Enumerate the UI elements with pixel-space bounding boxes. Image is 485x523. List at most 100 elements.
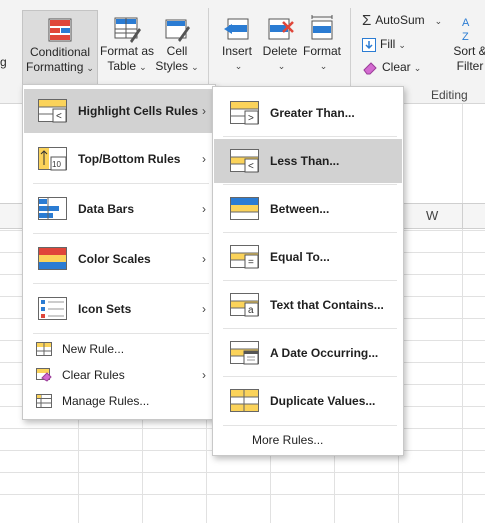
clear-button[interactable]: Clear ⌄ <box>362 57 421 77</box>
partial-ribbon-item: g <box>0 55 7 69</box>
delete-button[interactable]: Delete ⌄ <box>258 14 302 74</box>
chevron-down-icon: ⌄ <box>413 63 422 73</box>
svg-text:Z: Z <box>462 31 469 43</box>
highlight-cells-icon: < <box>38 99 68 123</box>
conditional-formatting-menu: < Highlight Cells Rules › 10 Top/Bottom … <box>22 84 216 420</box>
submenu-item-duplicate-values[interactable]: Duplicate Values... <box>214 379 402 423</box>
eraser-icon <box>363 62 377 75</box>
format-label: Format <box>302 44 341 58</box>
svg-text:A: A <box>462 17 470 29</box>
menu-item-label: Manage Rules... <box>62 394 150 408</box>
submenu-item-greater-than[interactable]: > Greater Than... <box>214 91 402 135</box>
chevron-down-icon: ⌄ <box>191 62 199 72</box>
menu-separator <box>223 328 397 329</box>
menu-item-top-bottom-rules[interactable]: 10 Top/Bottom Rules › <box>24 137 214 181</box>
submenu-item-label: Greater Than... <box>270 106 355 120</box>
chevron-down-icon: ⌄ <box>86 63 94 73</box>
svg-text:<: < <box>248 161 254 172</box>
chevron-right-icon: › <box>202 104 206 118</box>
menu-item-clear-rules[interactable]: Clear Rules › <box>24 362 214 388</box>
icon-sets-icon <box>38 297 68 321</box>
format-button[interactable]: Format ⌄ <box>300 14 344 74</box>
chevron-right-icon: › <box>202 302 206 316</box>
greater-than-icon: > <box>230 101 260 125</box>
menu-separator <box>33 183 209 184</box>
fill-button[interactable]: Fill ⌄ <box>362 34 406 54</box>
svg-text:>: > <box>248 113 254 124</box>
fat-label-1: Format as <box>99 44 154 58</box>
menu-separator <box>33 233 209 234</box>
menu-separator <box>223 184 397 185</box>
cs-label-2: Styles ⌄ <box>155 59 199 73</box>
fat-label-2: Table ⌄ <box>107 59 147 73</box>
menu-separator <box>33 283 209 284</box>
menu-separator <box>223 232 397 233</box>
submenu-item-text-contains[interactable]: a Text that Contains... <box>214 283 402 327</box>
autosum-button[interactable]: Σ AutoSum ⌄ <box>362 10 442 30</box>
top-bottom-icon: 10 <box>38 147 68 171</box>
submenu-item-label: More Rules... <box>252 433 324 447</box>
svg-text:<: < <box>56 111 62 122</box>
chevron-down-icon: ⌄ <box>434 16 443 26</box>
menu-separator <box>223 376 397 377</box>
menu-item-new-rule[interactable]: New Rule... <box>24 336 214 362</box>
menu-item-color-scales[interactable]: Color Scales › <box>24 237 214 281</box>
chevron-down-icon: ⌄ <box>277 61 286 71</box>
duplicate-values-icon <box>230 389 260 413</box>
chevron-down-icon: ⌄ <box>139 62 147 72</box>
submenu-item-label: Duplicate Values... <box>270 394 376 408</box>
submenu-item-label: Text that Contains... <box>270 298 384 312</box>
menu-separator <box>33 333 209 334</box>
submenu-item-equal-to[interactable]: = Equal To... <box>214 235 402 279</box>
cell-styles-button[interactable]: Cell Styles ⌄ <box>154 14 200 75</box>
highlight-cells-submenu: > Greater Than... < Less Than... Between… <box>212 86 404 456</box>
new-rule-icon <box>36 342 52 356</box>
chevron-right-icon: › <box>202 202 206 216</box>
clear-rules-icon <box>36 368 52 382</box>
sort-label-1: Sort & <box>453 44 485 58</box>
format-as-table-icon <box>114 17 141 43</box>
submenu-item-label: Between... <box>270 202 330 216</box>
menu-item-label: Top/Bottom Rules <box>78 152 181 166</box>
menu-item-icon-sets[interactable]: Icon Sets › <box>24 287 214 331</box>
menu-item-data-bars[interactable]: Data Bars › <box>24 187 214 231</box>
insert-button[interactable]: Insert ⌄ <box>214 14 260 74</box>
submenu-item-label: Less Than... <box>270 154 340 168</box>
submenu-item-less-than[interactable]: < Less Than... <box>214 139 402 183</box>
gridline <box>0 472 485 473</box>
menu-item-label: Icon Sets <box>78 302 132 316</box>
sigma-icon: Σ <box>362 11 372 29</box>
insert-cells-icon <box>224 18 249 40</box>
sort-label-2: Filter <box>456 59 484 73</box>
gridline <box>462 104 463 523</box>
menu-item-label: New Rule... <box>62 342 125 356</box>
data-bars-icon <box>38 197 68 221</box>
menu-item-label: Highlight Cells Rules <box>78 104 199 118</box>
chevron-down-icon: ⌄ <box>234 61 243 71</box>
submenu-item-date-occurring[interactable]: A Date Occurring... <box>214 331 402 375</box>
conditional-formatting-button[interactable]: Conditional Formatting ⌄ <box>22 10 98 86</box>
sort-filter-button[interactable]: A Z Sort & Filter <box>452 14 485 74</box>
chevron-right-icon: › <box>202 368 206 382</box>
less-than-icon: < <box>230 149 260 173</box>
delete-label: Delete <box>262 44 298 58</box>
column-header-w[interactable]: W <box>426 208 438 223</box>
svg-text:10: 10 <box>52 160 61 169</box>
chevron-down-icon: ⌄ <box>319 61 328 71</box>
menu-separator <box>223 136 397 137</box>
conditional-formatting-icon <box>48 18 72 42</box>
equal-to-icon: = <box>230 245 260 269</box>
autosum-label: AutoSum <box>375 13 425 27</box>
submenu-item-more-rules[interactable]: More Rules... <box>214 428 402 452</box>
chevron-down-icon: ⌄ <box>398 40 406 50</box>
chevron-right-icon: › <box>202 252 206 266</box>
format-cells-icon <box>311 15 333 40</box>
menu-item-highlight-cells-rules[interactable]: < Highlight Cells Rules › <box>24 89 214 133</box>
gridline <box>0 494 485 495</box>
submenu-item-between[interactable]: Between... <box>214 187 402 231</box>
submenu-item-label: Equal To... <box>270 250 330 264</box>
menu-item-manage-rules[interactable]: Manage Rules... <box>24 388 214 414</box>
format-as-table-button[interactable]: Format as Table ⌄ <box>97 14 157 75</box>
delete-cells-icon <box>268 18 294 40</box>
menu-item-label: Clear Rules <box>62 368 125 382</box>
